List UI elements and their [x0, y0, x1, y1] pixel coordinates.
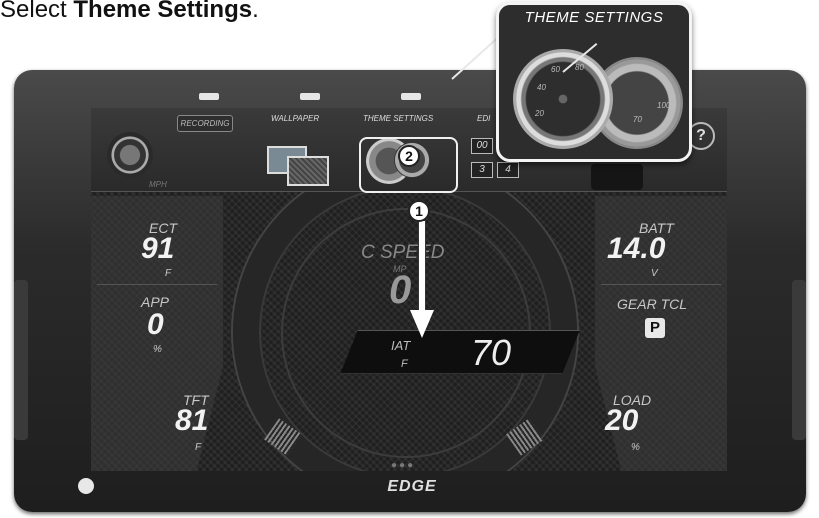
status-led: [199, 93, 219, 100]
recording-button[interactable]: RECORDING: [177, 115, 233, 132]
app-unit: %: [153, 344, 162, 355]
wallpaper-thumbnail-2[interactable]: [287, 156, 329, 186]
center-gauge-value: 0: [389, 268, 412, 312]
arrow-down-icon: [410, 310, 434, 338]
tft-value: 81: [175, 404, 209, 437]
edit-layout-box[interactable]: 00: [471, 138, 493, 154]
iat-label: IAT: [391, 338, 411, 353]
edit-layout-box[interactable]: 4: [497, 162, 519, 178]
menu-button[interactable]: [591, 164, 643, 190]
tick-label: 100: [657, 101, 671, 110]
batt-value: 14.0: [607, 232, 666, 265]
batt-unit: V: [651, 268, 658, 279]
iat-value: 70: [471, 332, 512, 373]
power-button[interactable]: [78, 478, 94, 494]
edge-logo: EDGE: [387, 478, 437, 495]
tick-label: 20: [535, 109, 544, 118]
edit-layout-box[interactable]: 3: [471, 162, 493, 178]
tft-unit: F: [195, 442, 202, 453]
tick-label: 80: [575, 63, 584, 72]
load-unit: %: [631, 442, 640, 453]
theme-settings-callout: THEME SETTINGS 20 40 60 80 100 70: [496, 2, 692, 162]
divider: [97, 284, 217, 285]
iat-unit: F: [401, 358, 408, 370]
center-gauge-label: C SPEED: [361, 242, 445, 263]
gear-label: GEAR TCL: [617, 296, 688, 312]
gauge-icon: [513, 49, 613, 149]
iat-readout-panel: [340, 330, 580, 374]
edit-label: EDI: [477, 114, 491, 123]
tick-label: 40: [537, 83, 546, 92]
page-indicator: ●●●: [391, 460, 416, 471]
wallpaper-label: WALLPAPER: [271, 114, 320, 123]
load-value: 20: [605, 404, 639, 437]
divider: [601, 284, 721, 285]
callout-title: THEME SETTINGS: [524, 9, 664, 26]
record-icon[interactable]: [107, 132, 153, 178]
tick-label: 60: [551, 65, 560, 74]
ect-value: 91: [141, 232, 175, 265]
side-tab-right: [792, 280, 806, 440]
app-value: 0: [147, 308, 164, 341]
step-2-marker: 2: [398, 145, 420, 167]
instruction-bold: Theme Settings: [73, 0, 253, 23]
status-led: [401, 93, 421, 100]
theme-settings-label: THEME SETTINGS: [363, 114, 434, 123]
ect-unit: F: [165, 268, 172, 279]
status-led: [300, 93, 320, 100]
gear-value-badge: P: [645, 318, 665, 338]
instruction-text: Select Theme Settings.: [0, 0, 259, 24]
arrow-shaft: [418, 220, 426, 312]
side-tab-left: [14, 280, 28, 440]
step-1-marker: 1: [408, 200, 430, 222]
speed-unit-label: MPH: [149, 180, 167, 189]
tick-label: 70: [633, 115, 642, 124]
